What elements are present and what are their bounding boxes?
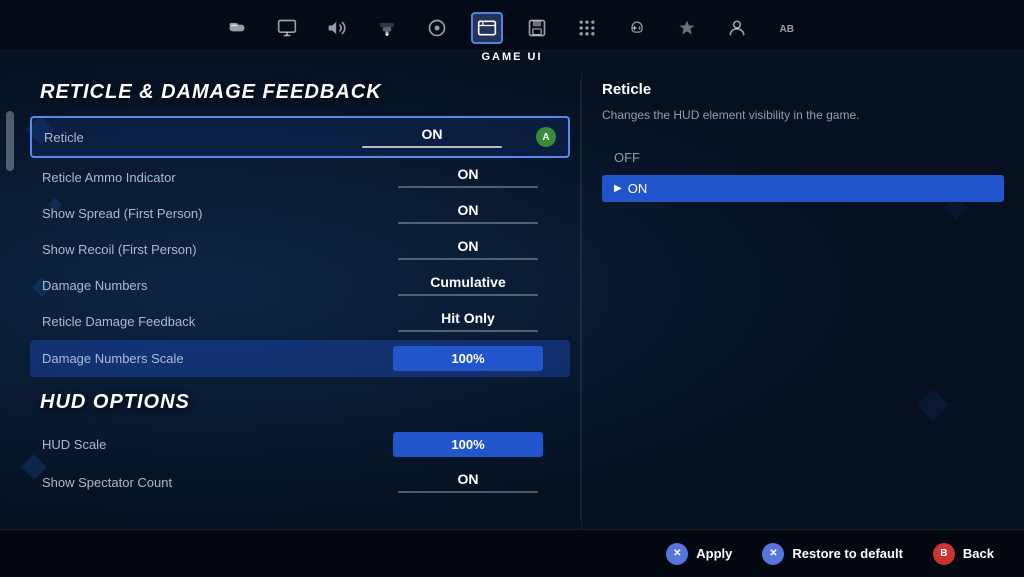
- reticle-ammo-underline: [398, 186, 538, 188]
- settings-panel: RETICLE & DAMAGE FEEDBACK Reticle ON A R…: [20, 71, 580, 529]
- damage-numbers-label: Damage Numbers: [42, 278, 148, 293]
- reticle-underline: [362, 146, 502, 148]
- apply-action[interactable]: ✕ Apply: [666, 543, 732, 565]
- tab-controls[interactable]: [421, 12, 453, 44]
- tab-save[interactable]: [521, 12, 553, 44]
- reticle-value-wrap: ON: [342, 126, 522, 148]
- tab-ab[interactable]: AB: [771, 12, 803, 44]
- tab-special[interactable]: [671, 12, 703, 44]
- show-recoil-value-wrap: ON: [378, 238, 558, 260]
- setting-row-hud-scale[interactable]: HUD Scale 100%: [30, 426, 570, 463]
- tab-gamepad[interactable]: [621, 12, 653, 44]
- reticle-label: Reticle: [44, 130, 84, 145]
- apply-button-icon: ✕: [666, 543, 688, 565]
- restore-action[interactable]: ✕ Restore to default: [762, 543, 903, 565]
- reticle-damage-feedback-value-wrap: Hit Only: [378, 310, 558, 332]
- btn-a-reticle: A: [536, 127, 556, 147]
- tab-account[interactable]: [721, 12, 753, 44]
- right-panel-title: Reticle: [602, 81, 1004, 98]
- show-spread-label: Show Spread (First Person): [42, 206, 202, 221]
- main-layout: RETICLE & DAMAGE FEEDBACK Reticle ON A R…: [0, 71, 1024, 529]
- reticle-ammo-value: ON: [458, 166, 479, 182]
- setting-row-show-spread[interactable]: Show Spread (First Person) ON: [30, 196, 570, 230]
- reticle-damage-feedback-label: Reticle Damage Feedback: [42, 314, 195, 329]
- setting-row-damage-numbers[interactable]: Damage Numbers Cumulative: [30, 268, 570, 302]
- option-on[interactable]: ON: [602, 175, 1004, 202]
- right-panel: Reticle Changes the HUD element visibili…: [581, 71, 1024, 529]
- active-tab-label: GAME UI: [0, 51, 1024, 71]
- reticle-ammo-value-wrap: ON: [378, 166, 558, 188]
- right-panel-description: Changes the HUD element visibility in th…: [602, 106, 1004, 124]
- tab-display[interactable]: [271, 12, 303, 44]
- reticle-damage-feedback-value: Hit Only: [441, 310, 495, 326]
- reticle-damage-feedback-underline: [398, 330, 538, 332]
- show-recoil-label: Show Recoil (First Person): [42, 242, 197, 257]
- damage-numbers-value: Cumulative: [430, 274, 505, 290]
- setting-row-show-recoil[interactable]: Show Recoil (First Person) ON: [30, 232, 570, 266]
- option-off[interactable]: OFF: [602, 144, 1004, 171]
- show-spectator-value: ON: [458, 471, 479, 487]
- show-spectator-value-wrap: ON: [378, 471, 558, 493]
- tab-network[interactable]: [371, 12, 403, 44]
- setting-row-show-spectator[interactable]: Show Spectator Count ON: [30, 465, 570, 499]
- tab-gameui[interactable]: [471, 12, 503, 44]
- bottom-bar: ✕ Apply ✕ Restore to default B Back: [0, 529, 1024, 577]
- left-scroll-thumb: [6, 111, 14, 171]
- setting-row-reticle-damage-feedback[interactable]: Reticle Damage Feedback Hit Only: [30, 304, 570, 338]
- show-spread-underline: [398, 222, 538, 224]
- reticle-value: ON: [422, 126, 443, 142]
- apply-label: Apply: [696, 546, 732, 561]
- setting-row-reticle-ammo[interactable]: Reticle Ammo Indicator ON: [30, 160, 570, 194]
- damage-numbers-scale-label: Damage Numbers Scale: [42, 351, 184, 366]
- back-action[interactable]: B Back: [933, 543, 994, 565]
- section-title-hud: HUD OPTIONS: [40, 391, 570, 414]
- restore-button-icon: ✕: [762, 543, 784, 565]
- active-tab-text: GAME UI: [481, 51, 542, 63]
- damage-numbers-value-wrap: Cumulative: [378, 274, 558, 296]
- show-spectator-label: Show Spectator Count: [42, 475, 172, 490]
- setting-row-damage-numbers-scale[interactable]: Damage Numbers Scale 100%: [30, 340, 570, 377]
- hud-scale-label: HUD Scale: [42, 437, 106, 452]
- show-spread-value-wrap: ON: [378, 202, 558, 224]
- back-button-icon: B: [933, 543, 955, 565]
- setting-row-reticle[interactable]: Reticle ON A: [30, 116, 570, 158]
- show-spread-value: ON: [458, 202, 479, 218]
- top-nav: AB: [0, 0, 1024, 51]
- damage-numbers-scale-bar: 100%: [393, 346, 543, 371]
- tab-lb[interactable]: [221, 12, 253, 44]
- hud-scale-bar: 100%: [393, 432, 543, 457]
- damage-numbers-scale-bar-container: 100%: [378, 346, 558, 371]
- show-spectator-underline: [398, 491, 538, 493]
- back-label: Back: [963, 546, 994, 561]
- tab-grid[interactable]: [571, 12, 603, 44]
- hud-scale-bar-container: 100%: [378, 432, 558, 457]
- reticle-ammo-label: Reticle Ammo Indicator: [42, 170, 176, 185]
- show-recoil-underline: [398, 258, 538, 260]
- tab-audio[interactable]: [321, 12, 353, 44]
- svg-text:AB: AB: [780, 24, 794, 35]
- option-list: OFF ON: [602, 144, 1004, 202]
- show-recoil-value: ON: [458, 238, 479, 254]
- section-title-reticle: RETICLE & DAMAGE FEEDBACK: [40, 81, 570, 104]
- restore-label: Restore to default: [792, 546, 903, 561]
- damage-numbers-underline: [398, 294, 538, 296]
